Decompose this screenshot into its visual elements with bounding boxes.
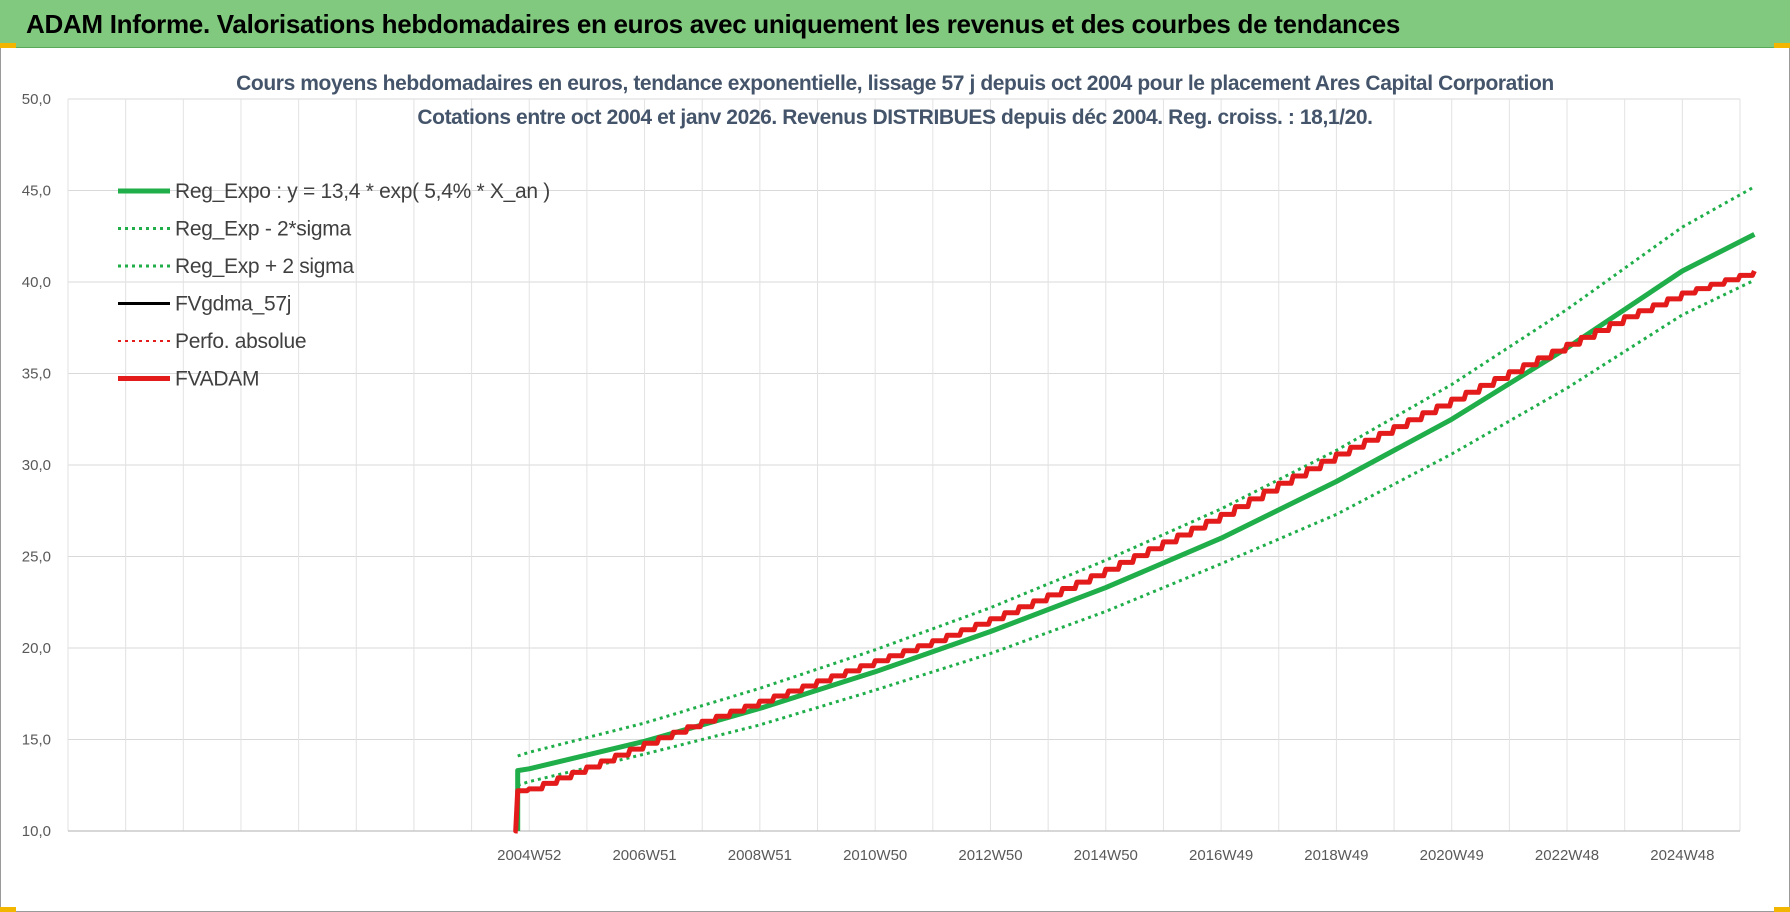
grid-lines — [67, 98, 1741, 832]
x-tick-label: 2012W50 — [958, 847, 1022, 864]
series-line-2 — [517, 185, 1756, 758]
legend-label: FVADAM — [175, 368, 259, 391]
x-tick-label: 2018W49 — [1304, 847, 1368, 864]
legend-label: FVgdma_57j — [175, 293, 291, 316]
legend-label: Reg_Expo : y = 13,4 * exp( 5,4% * X_an ) — [175, 180, 550, 203]
x-tick-label: 2004W52 — [497, 847, 561, 864]
y-tick-label: 25,0 — [22, 549, 51, 566]
line-chart: 10,015,020,025,030,035,040,045,050,0 200… — [22, 91, 1757, 864]
x-tick-label: 2006W51 — [612, 847, 676, 864]
x-axis-ticks: 2004W52 2006W51 2008W51 2010W50 2012W50 2014W… — [497, 847, 1714, 864]
y-axis-ticks: 10,015,020,025,030,035,040,045,050,0 — [22, 91, 51, 840]
x-tick-label: 2016W49 — [1189, 847, 1253, 864]
legend: Reg_Expo : y = 13,4 * exp( 5,4% * X_an )… — [118, 180, 550, 391]
x-tick-label: 2010W50 — [843, 847, 907, 864]
chart-title-line-1: Cours moyens hebdomadaires en euros, ten… — [236, 72, 1554, 95]
legend-label: Reg_Exp + 2 sigma — [175, 255, 354, 278]
x-tick-label: 2022W48 — [1535, 847, 1599, 864]
legend-label: Perfo. absolue — [175, 330, 306, 353]
series-lines — [513, 185, 1757, 834]
y-tick-label: 45,0 — [22, 183, 51, 200]
x-tick-label: 2014W50 — [1074, 847, 1138, 864]
series-line-1 — [517, 278, 1756, 787]
x-tick-label: 2008W51 — [728, 847, 792, 864]
y-tick-label: 15,0 — [22, 732, 51, 749]
y-tick-label: 40,0 — [22, 274, 51, 291]
x-tick-label: 2024W48 — [1650, 847, 1714, 864]
y-tick-label: 30,0 — [22, 457, 51, 474]
y-tick-label: 20,0 — [22, 640, 51, 657]
y-tick-label: 10,0 — [22, 823, 51, 840]
chart-title-line-2: Cotations entre oct 2004 et janv 2026. R… — [417, 106, 1373, 129]
series-line-5 — [513, 269, 1757, 834]
y-tick-label: 35,0 — [22, 366, 51, 383]
x-tick-label: 2020W49 — [1420, 847, 1484, 864]
legend-label: Reg_Exp - 2*sigma — [175, 218, 351, 241]
series-line-0 — [515, 232, 1756, 831]
